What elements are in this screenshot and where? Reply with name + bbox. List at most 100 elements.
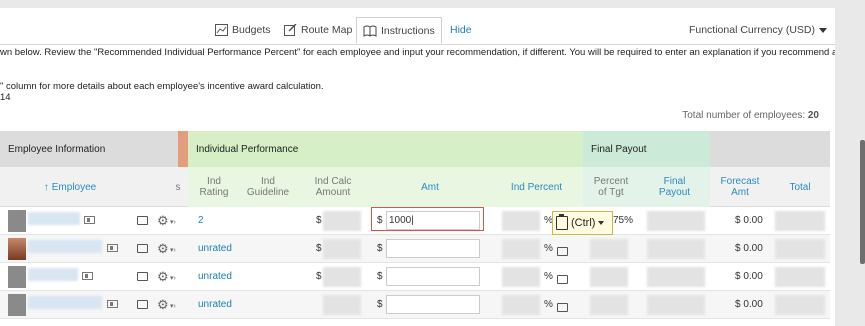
amt-input[interactable] — [386, 239, 480, 258]
avatar — [8, 266, 26, 288]
table-row: ⚙ ▾› unrated $ $ % $ 0.00 — [0, 263, 830, 291]
comment-icon[interactable] — [137, 216, 148, 225]
column-ind-guideline[interactable]: Ind Guideline — [240, 167, 296, 207]
chevron-down-icon — [819, 27, 827, 33]
employee-name-redacted — [28, 240, 102, 253]
comment-icon[interactable] — [137, 244, 148, 253]
percent-of-tgt-redacted — [590, 239, 628, 259]
contact-card-icon[interactable] — [107, 244, 118, 252]
column-ind-calc-amount[interactable]: Ind Calc Amount — [296, 167, 370, 207]
ind-percent-symbol: % — [544, 243, 553, 254]
book-icon — [363, 25, 377, 37]
final-payout-redacted — [647, 267, 705, 287]
gear-icon[interactable]: ⚙ — [157, 270, 169, 283]
ind-percent-symbol: % — [544, 299, 553, 310]
gear-icon[interactable]: ⚙ — [157, 214, 169, 227]
forecast-amt-value: $ 0.00 — [735, 271, 763, 282]
currency-dropdown[interactable]: Functional Currency (USD) — [689, 24, 827, 36]
clipboard-icon — [556, 214, 568, 230]
column-s: s — [175, 181, 181, 193]
percent-of-tgt-value: 75% — [613, 215, 634, 226]
rating-link[interactable]: unrated — [198, 243, 232, 254]
final-payout-redacted — [647, 239, 705, 259]
amt-currency: $ — [377, 271, 383, 282]
instructions-line-2: " column for more details about each emp… — [0, 81, 324, 92]
calc-amount-redacted — [323, 239, 361, 259]
scrollbar-thumb[interactable] — [860, 140, 865, 264]
column-forecast-amt[interactable]: Forecast Amt — [710, 167, 770, 207]
total-redacted — [775, 211, 825, 231]
paste-options-label: (Ctrl) — [571, 217, 596, 229]
chevron-down-icon[interactable]: ▾› — [170, 218, 176, 226]
sort-up-icon: ↑ — [43, 181, 49, 193]
tab-route-map[interactable]: Route Map — [284, 20, 352, 40]
percent-of-tgt-redacted — [590, 295, 628, 315]
hide-link[interactable]: Hide — [450, 20, 472, 40]
column-percent-of-tgt[interactable]: Percent of Tgt — [583, 167, 639, 207]
tab-bar: Budgets Route Map Instructions Hide Func… — [0, 8, 835, 44]
comment-icon[interactable] — [137, 300, 148, 309]
forecast-amt-value: $ 0.00 — [735, 215, 763, 226]
rating-link[interactable]: unrated — [198, 299, 232, 310]
amt-input[interactable]: 1000| — [386, 211, 480, 230]
comment-icon[interactable] — [137, 272, 148, 281]
chevron-down-icon — [598, 221, 605, 225]
chevron-down-icon[interactable]: ▾› — [170, 274, 176, 282]
column-total[interactable]: Total — [770, 167, 830, 207]
column-header-row: ↑ Employee s Ind Rating Ind Guideline In… — [0, 167, 830, 207]
chart-icon — [215, 24, 228, 36]
column-ind-percent[interactable]: Ind Percent — [490, 167, 583, 207]
calc-amount-redacted — [323, 295, 361, 315]
avatar — [8, 238, 26, 260]
rating-link[interactable]: unrated — [198, 271, 232, 282]
column-amt[interactable]: Amt — [370, 167, 490, 207]
amt-input-value: 1000 — [389, 215, 412, 226]
gear-icon[interactable]: ⚙ — [157, 242, 169, 255]
tab-instructions[interactable]: Instructions — [356, 17, 442, 44]
table-row: ⚙ ▾› unrated $ % $ 0.00 — [0, 291, 830, 319]
rating-link[interactable]: 2 — [198, 215, 204, 226]
final-payout-redacted — [647, 295, 705, 315]
amt-currency: $ — [377, 215, 383, 226]
amt-input[interactable] — [386, 267, 480, 286]
paste-options-button[interactable]: (Ctrl) — [552, 211, 613, 235]
column-final-payout[interactable]: Final Payout — [639, 167, 710, 207]
employee-name-redacted — [28, 212, 80, 225]
amt-input[interactable] — [386, 295, 480, 314]
ind-percent-redacted — [502, 295, 540, 315]
comment-icon[interactable] — [557, 303, 568, 312]
instructions-line-3: 14 — [0, 92, 11, 103]
window-top-border — [0, 0, 865, 8]
tab-budgets-label: Budgets — [232, 24, 271, 36]
chevron-down-icon[interactable]: ▾› — [170, 302, 176, 310]
ind-percent-redacted — [502, 211, 540, 231]
forecast-amt-value: $ 0.00 — [735, 243, 763, 254]
gear-icon[interactable]: ⚙ — [157, 298, 169, 311]
ind-percent-redacted — [502, 239, 540, 259]
column-ind-rating[interactable]: Ind Rating — [188, 167, 240, 207]
contact-card-icon[interactable] — [107, 300, 118, 308]
group-employee-information: Employee Information — [0, 131, 178, 167]
column-employee[interactable]: ↑ Employee — [40, 167, 100, 207]
employee-total-label: Total number of employees: — [682, 110, 806, 121]
table-row: ⚙ ▾› 2 $ $ 1000| % 75% $ 0.00 — [0, 207, 830, 235]
currency-label: Functional Currency (USD) — [688, 24, 815, 36]
tab-budgets[interactable]: Budgets — [215, 20, 271, 40]
instructions-line-1: wn below. Review the "Recommended Indivi… — [0, 47, 838, 58]
group-separator — [178, 131, 188, 167]
chevron-down-icon[interactable]: ▾› — [170, 246, 176, 254]
table-row: ⚙ ▾› unrated $ $ % $ 0.00 — [0, 235, 830, 263]
amt-currency: $ — [377, 243, 383, 254]
ind-percent-symbol: % — [544, 271, 553, 282]
final-payout-redacted — [647, 211, 705, 231]
comment-icon[interactable] — [557, 275, 568, 284]
avatar — [8, 294, 26, 316]
contact-card-icon[interactable] — [82, 272, 93, 280]
group-forecast — [710, 131, 830, 167]
calc-amount-redacted — [323, 211, 361, 231]
contact-card-icon[interactable] — [84, 216, 95, 224]
total-redacted — [775, 295, 825, 315]
comment-icon[interactable] — [557, 247, 568, 256]
calc-amount-currency: $ — [316, 215, 322, 226]
total-redacted — [775, 239, 825, 259]
